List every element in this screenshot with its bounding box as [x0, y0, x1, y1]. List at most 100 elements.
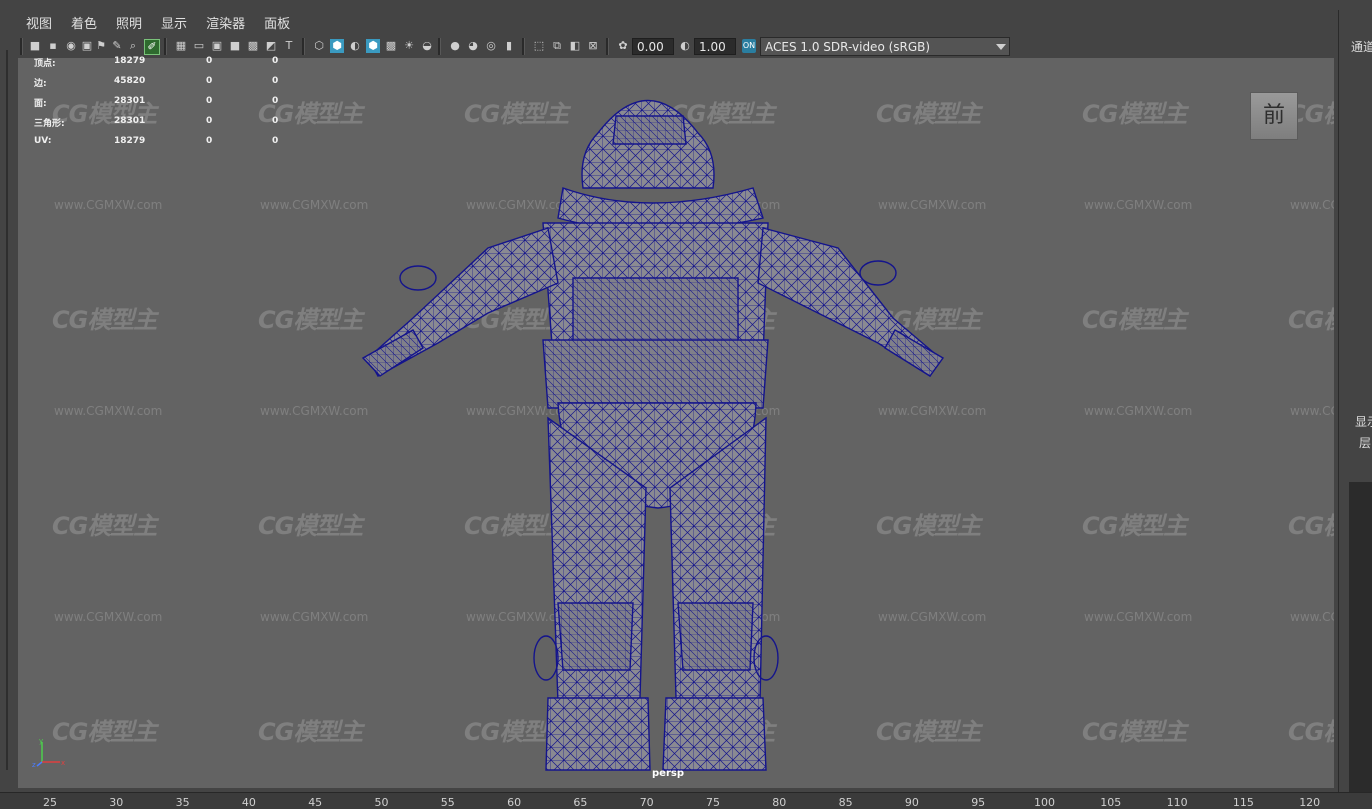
- axis-gizmo: y x z: [32, 737, 65, 768]
- layer-tab[interactable]: 层: [1359, 434, 1371, 451]
- gamma-field[interactable]: 1.00: [694, 38, 736, 55]
- time-slider[interactable]: 25 30 35 40 45 50 55 60 65 70 75 80 85 90 95 100 105 110 1…: [0, 792, 1372, 809]
- left-boot: [545, 697, 651, 771]
- toolbar-separator: [438, 38, 441, 55]
- textured-icon[interactable]: ▩: [384, 39, 398, 53]
- safe-title-icon[interactable]: T: [282, 39, 296, 53]
- color-management-icon[interactable]: ON: [742, 39, 756, 53]
- 2d-pan-zoom-icon[interactable]: ⌕: [126, 39, 140, 53]
- motion-blur-icon[interactable]: ◕: [466, 39, 480, 53]
- right-knee: [677, 602, 754, 671]
- timeline-tick-label: 120: [1299, 796, 1321, 809]
- gamma-icon[interactable]: ◐: [678, 39, 692, 53]
- right-shoulder-handle: [859, 260, 897, 286]
- grease-pencil-active-icon[interactable]: ✐: [144, 39, 160, 55]
- hud-value: 0: [272, 56, 279, 66]
- hud-value: 28301: [114, 96, 146, 106]
- channel-box-panel: 通道 显示 层: [1338, 10, 1372, 792]
- visor: [612, 115, 687, 145]
- view-transform-select[interactable]: ACES 1.0 SDR-video (sRGB): [760, 37, 1010, 56]
- menu-show[interactable]: 显示: [161, 14, 187, 36]
- lights-icon[interactable]: ☀: [402, 39, 416, 53]
- right-boot: [662, 697, 767, 771]
- hud-value: 0: [206, 96, 213, 106]
- hud-value: 28301: [114, 116, 146, 126]
- layer-list: [1349, 482, 1372, 792]
- wireframe-model[interactable]: [18, 58, 1334, 788]
- xray-active-components-icon[interactable]: ⊠: [586, 39, 600, 53]
- shadows-icon[interactable]: ◒: [420, 39, 434, 53]
- hud-value: 0: [272, 96, 279, 106]
- wireframe-on-shaded-icon[interactable]: ⬢: [366, 39, 380, 53]
- grease-pencil-icon[interactable]: ✎: [110, 39, 124, 53]
- 3d-viewport[interactable]: CG模型主CG模型主CG模型主CG模型主CG模型主CG模型主CG模型主CG模型主…: [18, 58, 1334, 788]
- hud-label: 边:: [34, 79, 47, 89]
- gate-mask-icon[interactable]: ■: [228, 39, 242, 53]
- depth-of-field-icon[interactable]: ▮: [502, 39, 516, 53]
- exposure-icon[interactable]: ✿: [616, 39, 630, 53]
- smooth-shade-icon[interactable]: ⬢: [330, 39, 344, 53]
- left-shoulder-handle: [399, 265, 437, 291]
- xray-joints-icon[interactable]: ◧: [568, 39, 582, 53]
- timeline-tick-label: 95: [971, 796, 986, 809]
- resolution-gate-icon[interactable]: ▣: [210, 39, 224, 53]
- hud-value: 45820: [114, 76, 146, 86]
- hud-label: 面:: [34, 99, 47, 109]
- timeline-tick-label: 75: [706, 796, 720, 809]
- timeline-tick-label: 45: [308, 796, 323, 809]
- timeline-tick-label: 55: [440, 796, 455, 809]
- hud-value: 0: [272, 116, 279, 126]
- hud-value: 0: [206, 136, 213, 146]
- hud-value: 0: [272, 76, 279, 86]
- default-material-icon[interactable]: ◐: [348, 39, 362, 53]
- timeline-tick-label: 100: [1034, 796, 1055, 809]
- view-transform-value: ACES 1.0 SDR-video (sRGB): [765, 40, 931, 54]
- panel-toolbar: ■ ▪ ◉ ▣ ⚑ ✎ ⌕ ✐ ▦ ▭ ▣ ■ ▩ ◩ T ⬡ ⬢ ◐ ⬢ ▩ …: [20, 37, 1330, 57]
- toolbar-separator: [302, 38, 305, 55]
- grid-icon[interactable]: ▦: [174, 39, 188, 53]
- timeline-tick-label: 115: [1232, 796, 1254, 809]
- view-cube[interactable]: 前: [1250, 92, 1298, 140]
- field-chart-icon[interactable]: ▩: [246, 39, 260, 53]
- bookmark-icon[interactable]: ◉: [64, 39, 78, 53]
- channel-box-title[interactable]: 通道: [1351, 38, 1372, 55]
- exposure-field[interactable]: 0.00: [632, 38, 674, 55]
- belt: [542, 339, 769, 409]
- menu-shading[interactable]: 着色: [71, 14, 97, 36]
- timeline-tick-label: 80: [772, 796, 787, 809]
- panel-menu-bar: 视图 着色 照明 显示 渲染器 面板: [20, 14, 1330, 36]
- timeline-tick-label: 35: [175, 796, 190, 809]
- toolbar-separator: [20, 38, 23, 55]
- select-camera-icon[interactable]: ■: [28, 39, 42, 53]
- timeline-tick-label: 30: [109, 796, 124, 809]
- hud-value: 0: [206, 116, 213, 126]
- axis-z-label: z: [32, 761, 36, 768]
- toolbar-separator: [606, 38, 609, 55]
- timeline-tick-label: 40: [241, 796, 256, 809]
- menu-view[interactable]: 视图: [26, 14, 52, 36]
- safe-action-icon[interactable]: ◩: [264, 39, 278, 53]
- xray-icon[interactable]: ⧉: [550, 39, 564, 53]
- menu-panels[interactable]: 面板: [264, 14, 290, 36]
- film-gate-icon[interactable]: ▭: [192, 39, 206, 53]
- camera-attributes-icon[interactable]: ▪: [46, 39, 60, 53]
- menu-lighting[interactable]: 照明: [116, 14, 142, 36]
- wireframe-icon[interactable]: ⬡: [312, 39, 326, 53]
- display-tab[interactable]: 显示: [1355, 413, 1372, 430]
- timeline-tick-label: 65: [573, 796, 588, 809]
- hud-label: 顶点:: [34, 59, 56, 69]
- image-plane-icon[interactable]: ▣: [80, 39, 94, 53]
- hud-value: 18279: [114, 56, 146, 66]
- toolbar-separator: [522, 38, 525, 55]
- timeline-tick-label: 50: [374, 796, 389, 809]
- isolate-select-icon[interactable]: ⬚: [532, 39, 546, 53]
- screen-space-ao-icon[interactable]: ●: [448, 39, 462, 53]
- timeline-tick-label: 25: [43, 796, 57, 809]
- anti-aliasing-icon[interactable]: ◎: [484, 39, 498, 53]
- axis-x-label: x: [61, 759, 65, 767]
- hud-value: 0: [206, 76, 213, 86]
- flag-icon[interactable]: ⚑: [94, 39, 108, 53]
- chevron-down-icon: [996, 44, 1006, 50]
- timeline-tick-label: 105: [1100, 796, 1122, 809]
- menu-renderer[interactable]: 渲染器: [206, 14, 245, 36]
